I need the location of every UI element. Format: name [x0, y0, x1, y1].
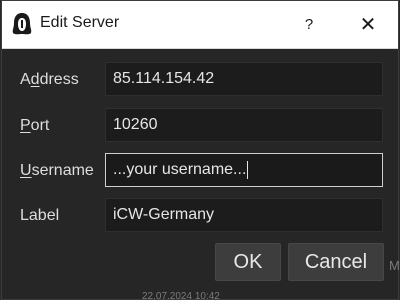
port-label: Port [20, 117, 50, 134]
title-bar[interactable]: Edit Server ? ✕ [2, 1, 398, 49]
background-partial-text: 22.07.2024 10:42 [142, 291, 220, 300]
label-field[interactable]: iCW-Germany [105, 198, 383, 232]
cancel-button[interactable]: Cancel [288, 243, 384, 281]
username-label: Username [20, 162, 94, 179]
dialog-title: Edit Server [40, 14, 120, 31]
text-caret [247, 160, 249, 179]
edit-server-dialog: Edit Server ? ✕ Address 85.114.154.42 Po… [1, 0, 400, 300]
ok-button[interactable]: OK [215, 243, 281, 281]
close-button[interactable]: ✕ [348, 5, 388, 45]
address-label: Address [20, 71, 79, 88]
address-field[interactable]: 85.114.154.42 [105, 62, 383, 96]
username-field[interactable]: ...your username... [105, 153, 383, 187]
username-field-text: ...your username... [113, 161, 247, 178]
help-button[interactable]: ? [289, 5, 329, 45]
background-edge-char: M [389, 258, 400, 273]
port-field[interactable]: 10260 [105, 108, 383, 142]
penguin-app-icon [12, 13, 32, 35]
label-label: Label [20, 207, 60, 224]
